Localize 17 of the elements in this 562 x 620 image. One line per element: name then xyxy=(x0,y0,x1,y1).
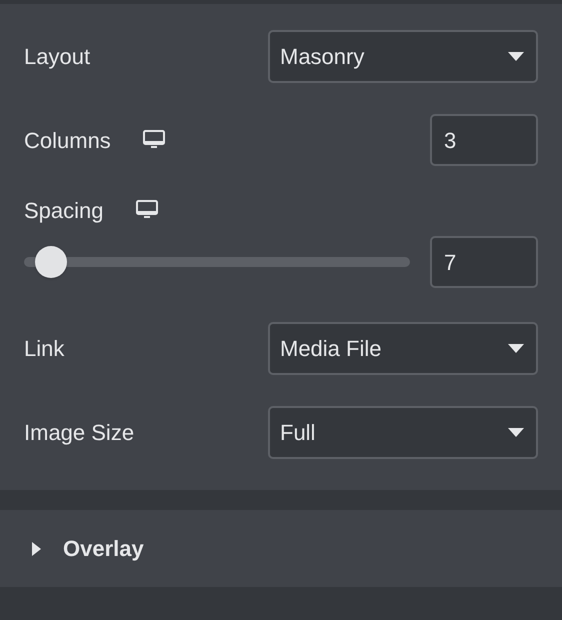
field-label: Image Size xyxy=(24,418,134,447)
select-dropdown[interactable]: Full xyxy=(268,406,538,458)
caret-icon xyxy=(508,52,524,60)
field-label: Spacing xyxy=(24,196,104,225)
number-field[interactable]: 7 xyxy=(430,236,538,288)
field-label: Layout xyxy=(24,42,90,71)
caret-icon xyxy=(508,428,524,436)
slider[interactable] xyxy=(24,246,410,278)
section-header[interactable]: Overlay xyxy=(0,510,562,587)
number-field[interactable]: 3 xyxy=(430,114,538,166)
select-dropdown[interactable]: Media File xyxy=(268,322,538,374)
select-dropdown[interactable]: Masonry xyxy=(268,30,538,82)
slider-thumb[interactable] xyxy=(35,246,68,278)
caret-icon xyxy=(508,344,524,352)
caret-icon xyxy=(32,542,41,556)
field-label: Columns xyxy=(24,126,111,154)
field-label: Link xyxy=(24,334,64,362)
